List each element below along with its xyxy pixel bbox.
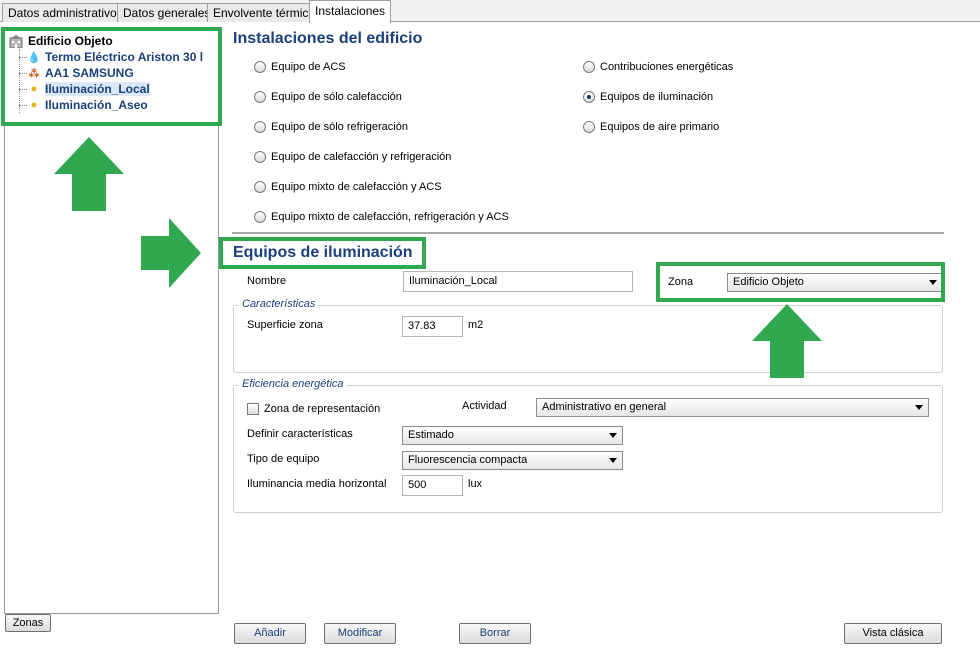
light-bulb-icon: ● <box>30 99 38 111</box>
up-arrow-icon <box>752 304 822 378</box>
tree-item-label: Iluminación_Local <box>45 82 150 96</box>
building-icon <box>9 34 23 48</box>
tree-connector <box>19 105 27 106</box>
radio-label: Equipo de calefacción y refrigeración <box>271 151 452 163</box>
light-bulb-icon: ● <box>30 83 38 95</box>
tree-root-label: Edificio Objeto <box>28 34 113 48</box>
zones-button[interactable]: Zonas <box>5 614 51 632</box>
zone-select[interactable]: Edificio Objeto <box>727 273 943 292</box>
radio-button-selected[interactable] <box>583 91 595 103</box>
radio-button[interactable] <box>254 211 266 223</box>
air-conditioner-icon: ⁂ <box>28 67 40 80</box>
modify-button[interactable]: Modificar <box>324 623 396 644</box>
equipment-type-select-value: Fluorescencia compacta <box>408 454 528 466</box>
surface-label: Superficie zona <box>247 319 323 331</box>
up-arrow-icon <box>54 137 124 211</box>
radio-label: Equipo de sólo refrigeración <box>271 121 408 133</box>
radio-calefaccion-refrigeracion[interactable]: Equipo de calefacción y refrigeración <box>254 149 451 165</box>
radio-aire-primario[interactable]: Equipos de aire primario <box>583 119 719 135</box>
radio-equipo-acs[interactable]: Equipo de ACS <box>254 59 346 75</box>
activity-select[interactable]: Administrativo en general <box>536 398 929 417</box>
tree-item-iluminacion-local[interactable]: ● Iluminación_Local <box>27 81 150 97</box>
illuminance-label: Iluminancia media horizontal <box>247 478 387 490</box>
surface-input[interactable]: 37.83 <box>402 316 463 337</box>
name-input[interactable]: Iluminación_Local <box>403 271 633 292</box>
radio-label: Equipos de aire primario <box>600 121 720 133</box>
activity-label: Actividad <box>462 400 507 412</box>
radio-button[interactable] <box>583 121 595 133</box>
radio-button[interactable] <box>254 61 266 73</box>
representative-zone-checkbox[interactable] <box>247 403 259 415</box>
radio-label: Equipos de iluminación <box>600 91 714 103</box>
name-label: Nombre <box>247 275 287 287</box>
tab-datos-administrativos[interactable]: Datos administrativos <box>2 3 129 22</box>
tree-item-label: Iluminación_Aseo <box>45 98 148 112</box>
tree-item-termo[interactable]: 💧 Termo Eléctrico Ariston 30 l <box>27 49 203 65</box>
section-divider <box>232 232 944 234</box>
radio-button[interactable] <box>583 61 595 73</box>
define-label: Definir características <box>247 428 353 440</box>
radio-solo-refrigeracion[interactable]: Equipo de sólo refrigeración <box>254 119 408 135</box>
installations-title: Instalaciones del edificio <box>233 30 423 47</box>
equipment-type-label: Tipo de equipo <box>247 453 320 465</box>
zone-select-value: Edificio Objeto <box>733 276 804 288</box>
radio-solo-calefaccion[interactable]: Equipo de sólo calefacción <box>254 89 402 105</box>
tab-datos-generales[interactable]: Datos generales <box>117 3 217 22</box>
radio-button[interactable] <box>254 151 266 163</box>
activity-select-value: Administrativo en general <box>542 401 667 413</box>
chevron-down-icon <box>609 458 617 463</box>
tree-item-label: Termo Eléctrico Ariston 30 l <box>45 50 204 64</box>
define-select-value: Estimado <box>408 429 454 441</box>
tab-instalaciones[interactable]: Instalaciones <box>309 0 392 23</box>
building-tree[interactable]: Edificio Objeto 💧 Termo Eléctrico Aristo… <box>4 28 219 614</box>
tree-connector <box>19 89 27 90</box>
classic-view-button[interactable]: Vista clásica <box>844 623 942 644</box>
radio-equipos-iluminacion[interactable]: Equipos de iluminación <box>583 89 713 105</box>
radio-label: Equipo mixto de calefacción, refrigeraci… <box>271 211 509 223</box>
radio-label: Contribuciones energéticas <box>600 61 734 73</box>
tree-connector <box>19 73 27 74</box>
chevron-down-icon <box>929 280 937 285</box>
illuminance-unit: lux <box>468 478 483 490</box>
surface-unit: m2 <box>468 319 484 331</box>
radio-mixto-calefaccion-acs[interactable]: Equipo mixto de calefacción y ACS <box>254 179 442 195</box>
zone-label: Zona <box>668 276 694 288</box>
radio-label: Equipo mixto de calefacción y ACS <box>271 181 442 193</box>
equipment-title: Equipos de iluminación <box>233 244 413 261</box>
add-button[interactable]: Añadir <box>234 623 306 644</box>
tab-envolvente-termica[interactable]: Envolvente térmica <box>207 3 322 22</box>
water-drop-icon: 💧 <box>27 51 41 64</box>
tree-item-aa1-samsung[interactable]: ⁂ AA1 SAMSUNG <box>27 65 134 81</box>
efficiency-legend: Eficiencia energética <box>239 378 347 390</box>
radio-button[interactable] <box>254 91 266 103</box>
characteristics-group <box>233 305 943 373</box>
chevron-down-icon <box>609 433 617 438</box>
tree-root[interactable]: Edificio Objeto <box>9 34 113 48</box>
tree-connector <box>19 49 20 113</box>
equipment-type-select[interactable]: Fluorescencia compacta <box>402 451 623 470</box>
radio-label: Equipo de sólo calefacción <box>271 91 402 103</box>
chevron-down-icon <box>915 405 923 410</box>
radio-contribuciones[interactable]: Contribuciones energéticas <box>583 59 733 75</box>
tree-connector <box>19 57 27 58</box>
delete-button[interactable]: Borrar <box>459 623 531 644</box>
radio-mixto-cal-ref-acs[interactable]: Equipo mixto de calefacción, refrigeraci… <box>254 209 509 225</box>
tab-bar: Datos administrativos Datos generales En… <box>0 0 980 23</box>
radio-label: Equipo de ACS <box>271 61 346 73</box>
illuminance-input[interactable]: 500 <box>402 475 463 496</box>
characteristics-legend: Características <box>239 298 319 310</box>
tree-item-label: AA1 SAMSUNG <box>45 66 134 80</box>
radio-button[interactable] <box>254 181 266 193</box>
define-select[interactable]: Estimado <box>402 426 623 445</box>
radio-button[interactable] <box>254 121 266 133</box>
right-arrow-icon <box>141 218 201 288</box>
representative-zone-label: Zona de representación <box>264 403 381 415</box>
tree-item-iluminacion-aseo[interactable]: ● Iluminación_Aseo <box>27 97 148 113</box>
